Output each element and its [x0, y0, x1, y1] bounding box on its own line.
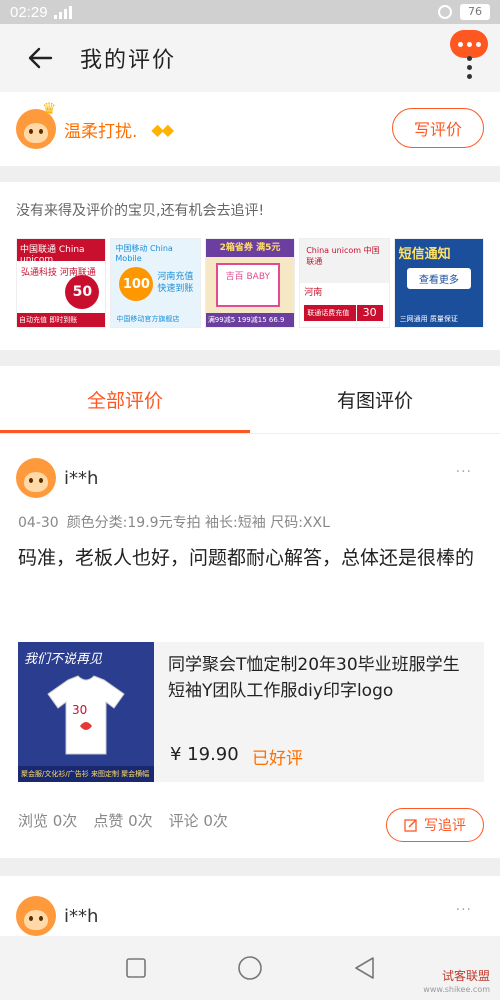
app-header: 我的评价	[0, 24, 500, 92]
home-icon[interactable]	[237, 955, 263, 981]
review-header: i**h	[16, 458, 98, 498]
more-horizontal-icon[interactable]: ···	[456, 902, 472, 918]
review-text: 码准，老板人也好，问题都耐心解答，总体还是很棒的	[18, 547, 475, 569]
page-title: 我的评价	[80, 48, 177, 73]
tshirt-icon: 30	[47, 675, 125, 755]
more-horizontal-icon[interactable]: ···	[456, 464, 472, 480]
review-date: 04-30	[18, 515, 59, 531]
diamond-level-icon: ◆◆	[151, 119, 174, 139]
tab-all-reviews[interactable]: 全部评价	[0, 366, 250, 433]
pending-item[interactable]: 短信通知 查看更多 三网通用 质量保证	[393, 238, 485, 328]
more-menu-button[interactable]	[450, 30, 490, 90]
avatar[interactable]	[16, 458, 56, 498]
avatar[interactable]	[16, 896, 56, 936]
pending-item[interactable]: China unicom 中国联通 河南 联通话费充值 30	[299, 238, 390, 328]
battery-indicator: 76	[460, 4, 490, 20]
pending-review-hint: 没有来得及评价的宝贝,还有机会去追评!	[16, 203, 265, 219]
watermark: 试客联盟 www.shikee.com	[423, 969, 490, 995]
write-review-button[interactable]: 写评价	[392, 108, 484, 148]
review-card: i**h ··· 04-30 颜色分类:19.9元专拍 袖长:短袖 尺码:XXL …	[0, 434, 500, 858]
review-meta: 04-30 颜色分类:19.9元专拍 袖长:短袖 尺码:XXL	[18, 512, 338, 532]
tab-image-reviews[interactable]: 有图评价	[250, 366, 500, 433]
system-nav-bar: 试客联盟 www.shikee.com	[0, 936, 500, 1000]
review-spec: 颜色分类:19.9元专拍 袖长:短袖 尺码:XXL	[66, 515, 330, 531]
pending-item[interactable]: 中国联通 China unicom 弘通科技 河南联通 50 自动充值 即时到账	[16, 238, 107, 328]
avatar[interactable]: ♛	[16, 99, 56, 149]
product-card[interactable]: 我们不说再见 30 聚会服/文化衫/广告衫 来图定制 聚会横幅 同学聚会T恤定制…	[18, 642, 484, 782]
views-count: 浏览 0次	[18, 812, 78, 830]
pending-item[interactable]: 2箱省券 满5元 吉百 BABY 满99减5 199减15 66.9	[204, 238, 296, 328]
write-followup-button[interactable]: 写追评	[386, 808, 484, 842]
rating-badge: 已好评	[252, 749, 303, 769]
status-time: 02:29	[10, 3, 48, 21]
pending-items-list: 中国联通 China unicom 弘通科技 河南联通 50 自动充值 即时到账…	[16, 238, 485, 328]
more-vertical-icon	[467, 56, 472, 79]
rotation-lock-icon	[438, 5, 452, 19]
review-header: i**h	[16, 896, 98, 936]
edit-icon	[404, 819, 417, 832]
crown-icon: ♛	[42, 99, 57, 118]
recent-apps-icon[interactable]	[125, 957, 147, 979]
review-username: i**h	[64, 467, 99, 489]
profile-card: ♛ 温柔打扰. ◆◆ 写评价	[0, 92, 500, 166]
status-bar: 02:29 76	[0, 0, 500, 24]
signal-icon	[53, 5, 72, 19]
pending-item[interactable]: 中国移动 China Mobile 100 河南充值 快速到账 中国移动官方旗舰…	[110, 238, 201, 328]
product-price: ¥ 19.90	[170, 744, 239, 765]
review-username: i**h	[64, 905, 99, 927]
svg-text:30: 30	[72, 703, 87, 717]
review-stats: 浏览 0次 点赞 0次 评论 0次	[18, 810, 228, 831]
review-tabs: 全部评价 有图评价	[0, 366, 500, 434]
back-button[interactable]	[0, 24, 80, 92]
profile-name: 温柔打扰.	[64, 121, 138, 142]
write-followup-label: 写追评	[424, 818, 466, 834]
comments-count: 评论 0次	[168, 812, 228, 830]
pending-review-section: 没有来得及评价的宝贝,还有机会去追评! 中国联通 China unicom 弘通…	[0, 182, 500, 350]
arrow-left-icon	[28, 47, 53, 69]
back-triangle-icon[interactable]	[353, 956, 375, 980]
product-title: 同学聚会T恤定制20年30毕业班服学生短袖Y团队工作服diy印字logo	[168, 655, 460, 701]
product-image: 我们不说再见 30 聚会服/文化衫/广告衫 来图定制 聚会横幅	[18, 642, 154, 782]
message-badge-icon	[450, 30, 488, 58]
likes-count: 点赞 0次	[93, 812, 153, 830]
